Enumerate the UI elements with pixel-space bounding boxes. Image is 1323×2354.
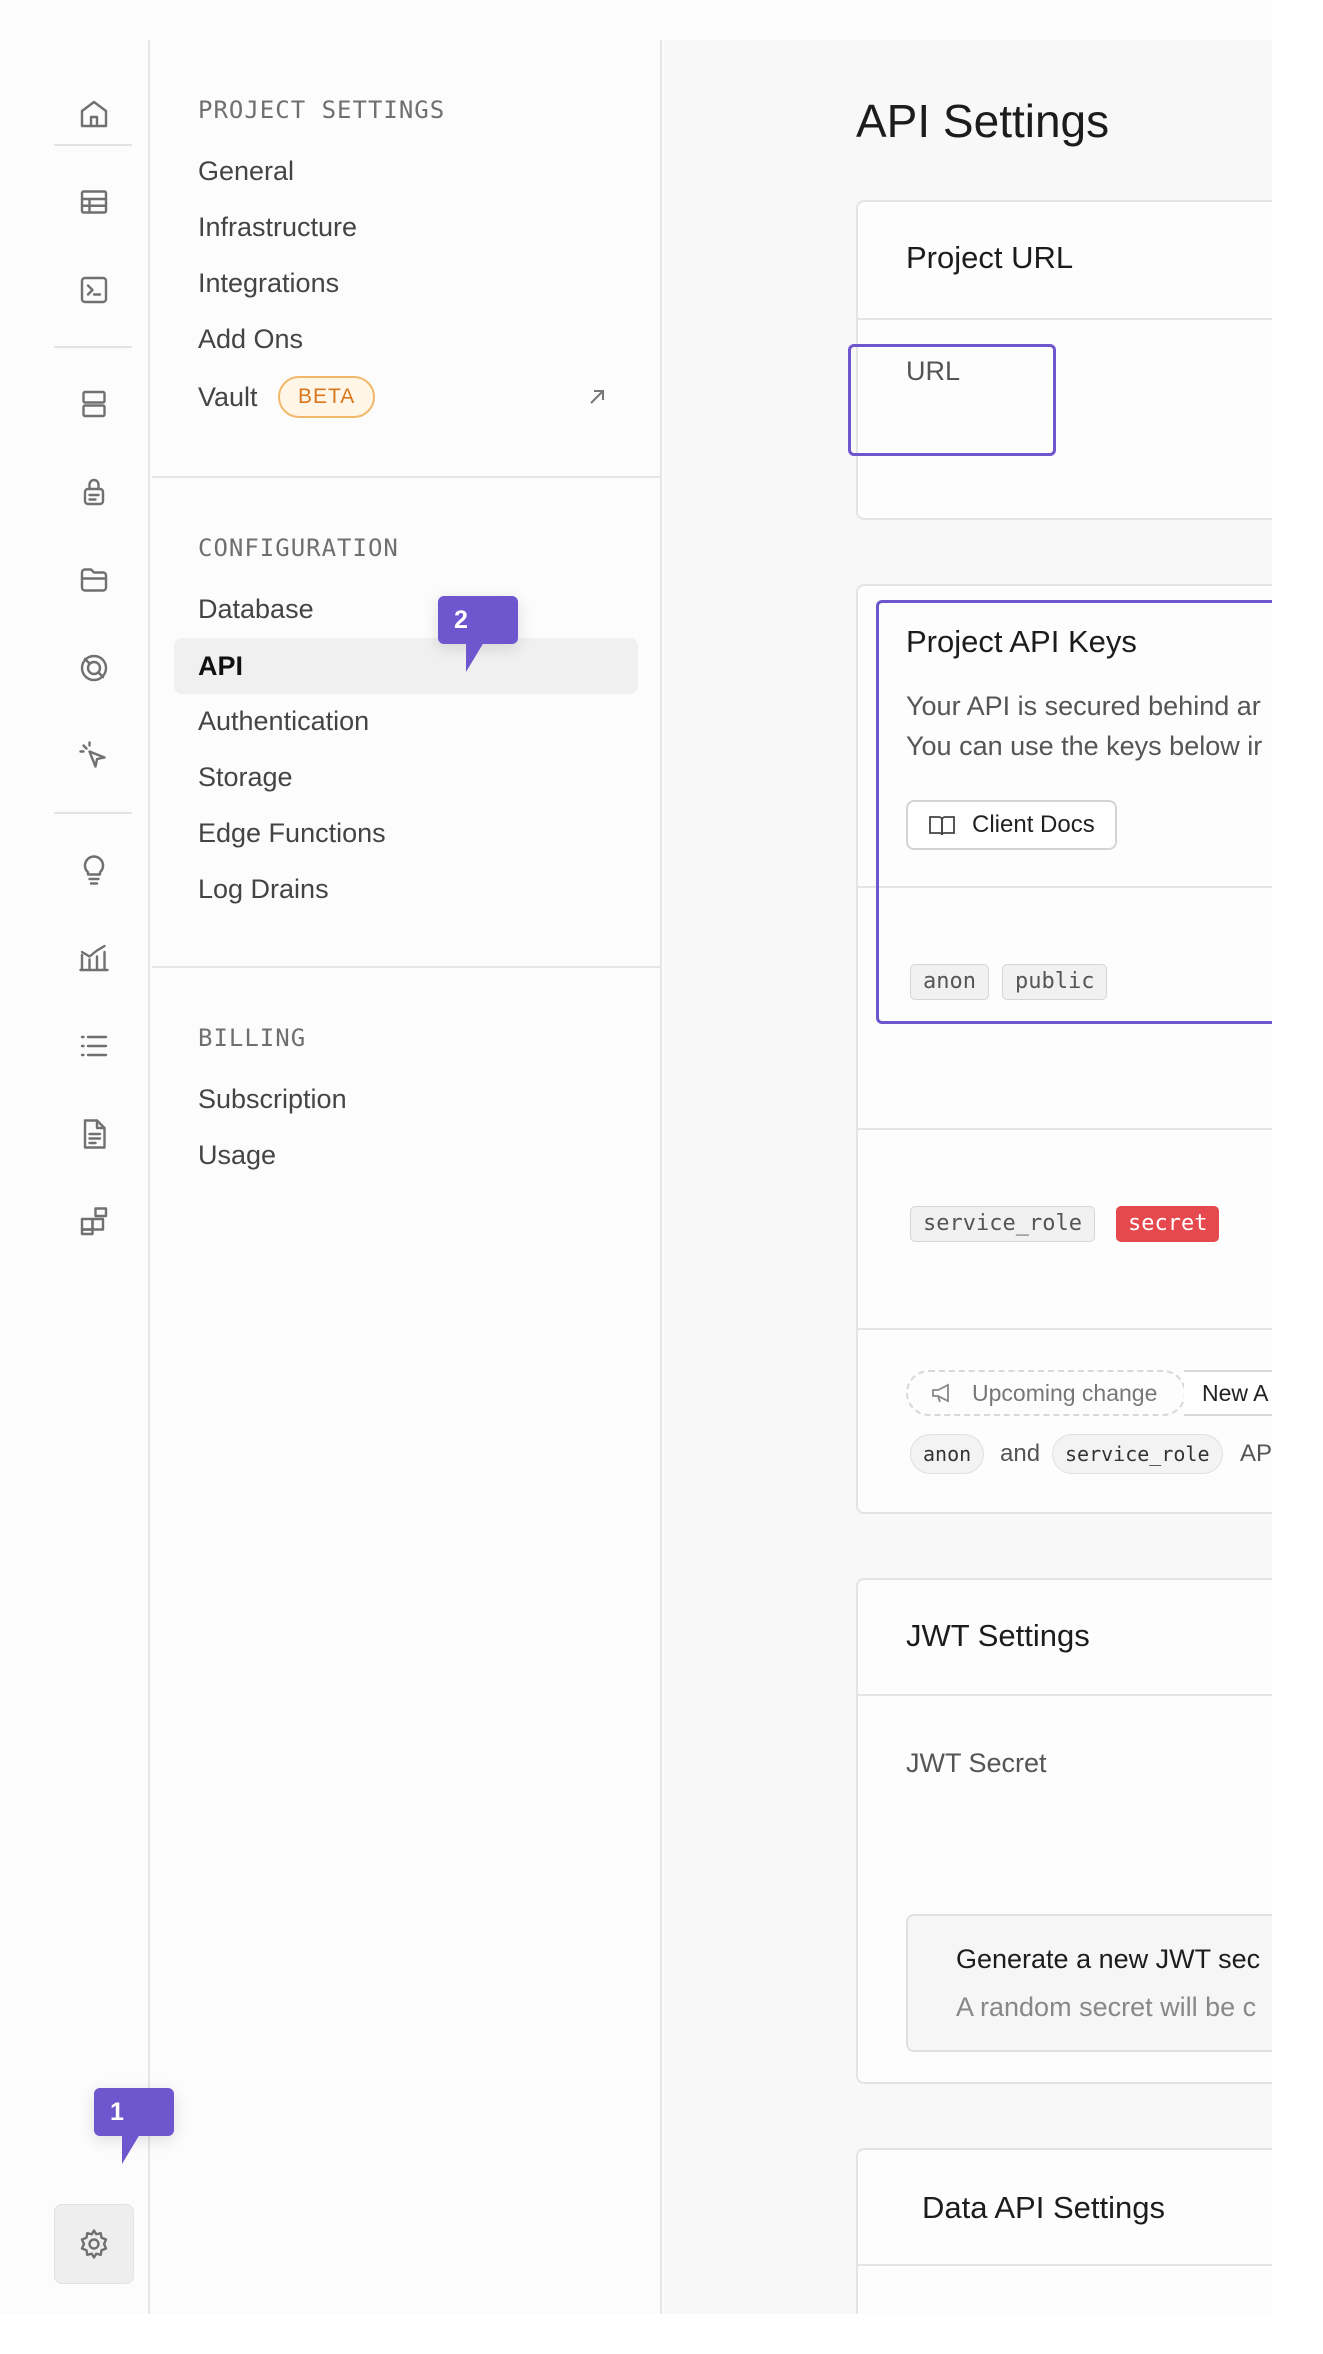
menu-item-log-drains[interactable]: Log Drains (198, 872, 329, 906)
rail-divider (54, 144, 132, 146)
menu-item-edge-functions[interactable]: Edge Functions (198, 816, 386, 850)
anon-inline-pill: anon (910, 1434, 985, 1474)
service-role-inline-pill: service_role (1052, 1434, 1223, 1474)
megaphone-icon (932, 1383, 949, 1403)
menu-item-storage[interactable]: Storage (198, 760, 293, 794)
menu-divider (152, 966, 662, 968)
edge-functions-icon[interactable] (66, 728, 122, 784)
card-title: JWT Settings (906, 1618, 1090, 1653)
menu-item-integrations[interactable]: Integrations (198, 266, 339, 300)
notice-tail-text: AP (1240, 1440, 1272, 1467)
step-2-tooltip: 2 (438, 596, 518, 672)
table-editor-icon[interactable] (66, 174, 122, 230)
menu-heading-project-settings: PROJECT SETTINGS (198, 96, 446, 124)
beta-badge: BETA (278, 376, 376, 418)
menu-item-general[interactable]: General (198, 154, 294, 188)
upcoming-change-label: Upcoming change (972, 1380, 1158, 1406)
rail-divider (54, 812, 132, 814)
menu-item-usage[interactable]: Usage (198, 1138, 276, 1172)
card-divider (858, 2264, 1272, 2266)
notice-and-text: and (1000, 1440, 1041, 1467)
menu-item-authentication[interactable]: Authentication (198, 704, 369, 738)
api-docs-icon[interactable] (66, 1106, 122, 1162)
home-icon[interactable] (66, 86, 122, 142)
card-divider (858, 1128, 1272, 1130)
settings-menu: PROJECT SETTINGS General Infrastructure … (152, 40, 662, 2314)
database-icon[interactable] (66, 376, 122, 432)
jwt-secret-label: JWT Secret (906, 1748, 1047, 1778)
reports-icon[interactable] (66, 930, 122, 986)
menu-heading-billing: BILLING (198, 1024, 307, 1052)
generate-jwt-title: Generate a new JWT sec (956, 1944, 1261, 1974)
menu-item-database[interactable]: Database (198, 592, 314, 626)
app-frame: PROJECT SETTINGS General Infrastructure … (0, 0, 1272, 2354)
advisors-icon[interactable] (66, 842, 122, 898)
jwt-settings-card: JWT Settings JWT Secret Generate a new J… (856, 1578, 1272, 2084)
menu-item-infrastructure[interactable]: Infrastructure (198, 210, 357, 244)
menu-heading-configuration: CONFIGURATION (198, 534, 399, 562)
bottom-margin (0, 2314, 1323, 2354)
settings-icon[interactable] (54, 2204, 134, 2284)
card-title: Data API Settings (922, 2190, 1165, 2225)
upcoming-change-badge: Upcoming change (906, 1370, 1186, 1416)
service-role-key-pill: service_role (910, 1206, 1095, 1242)
auth-icon[interactable] (66, 464, 122, 520)
external-link-icon (586, 386, 608, 408)
sql-editor-icon[interactable] (66, 262, 122, 318)
step-1-tooltip: 1 (94, 2088, 174, 2164)
generate-jwt-description: A random secret will be c (956, 1992, 1257, 2022)
card-title: Project URL (906, 240, 1074, 275)
menu-item-vault[interactable]: Vault (198, 380, 258, 414)
url-highlight (848, 344, 1056, 456)
storage-icon[interactable] (66, 552, 122, 608)
secret-badge: secret (1116, 1206, 1220, 1242)
page-title: API Settings (856, 95, 1110, 147)
generate-jwt-secret-box[interactable]: Generate a new JWT sec A random secret w… (906, 1914, 1272, 2052)
integrations-icon[interactable] (66, 1194, 122, 1250)
menu-divider (152, 476, 662, 478)
data-api-settings-card: Data API Settings (856, 2148, 1272, 2314)
menu-item-add-ons[interactable]: Add Ons (198, 322, 303, 356)
icon-rail (0, 40, 150, 2314)
menu-item-subscription[interactable]: Subscription (198, 1082, 347, 1116)
menu-item-api[interactable]: API (174, 638, 638, 694)
card-divider (858, 1694, 1272, 1696)
realtime-icon[interactable] (66, 640, 122, 696)
rail-divider (54, 346, 132, 348)
logs-icon[interactable] (66, 1018, 122, 1074)
card-divider (858, 318, 1272, 320)
new-api-keys-chip[interactable]: New A (1184, 1370, 1272, 1416)
api-keys-highlight (876, 600, 1272, 1024)
card-divider (858, 1328, 1272, 1330)
